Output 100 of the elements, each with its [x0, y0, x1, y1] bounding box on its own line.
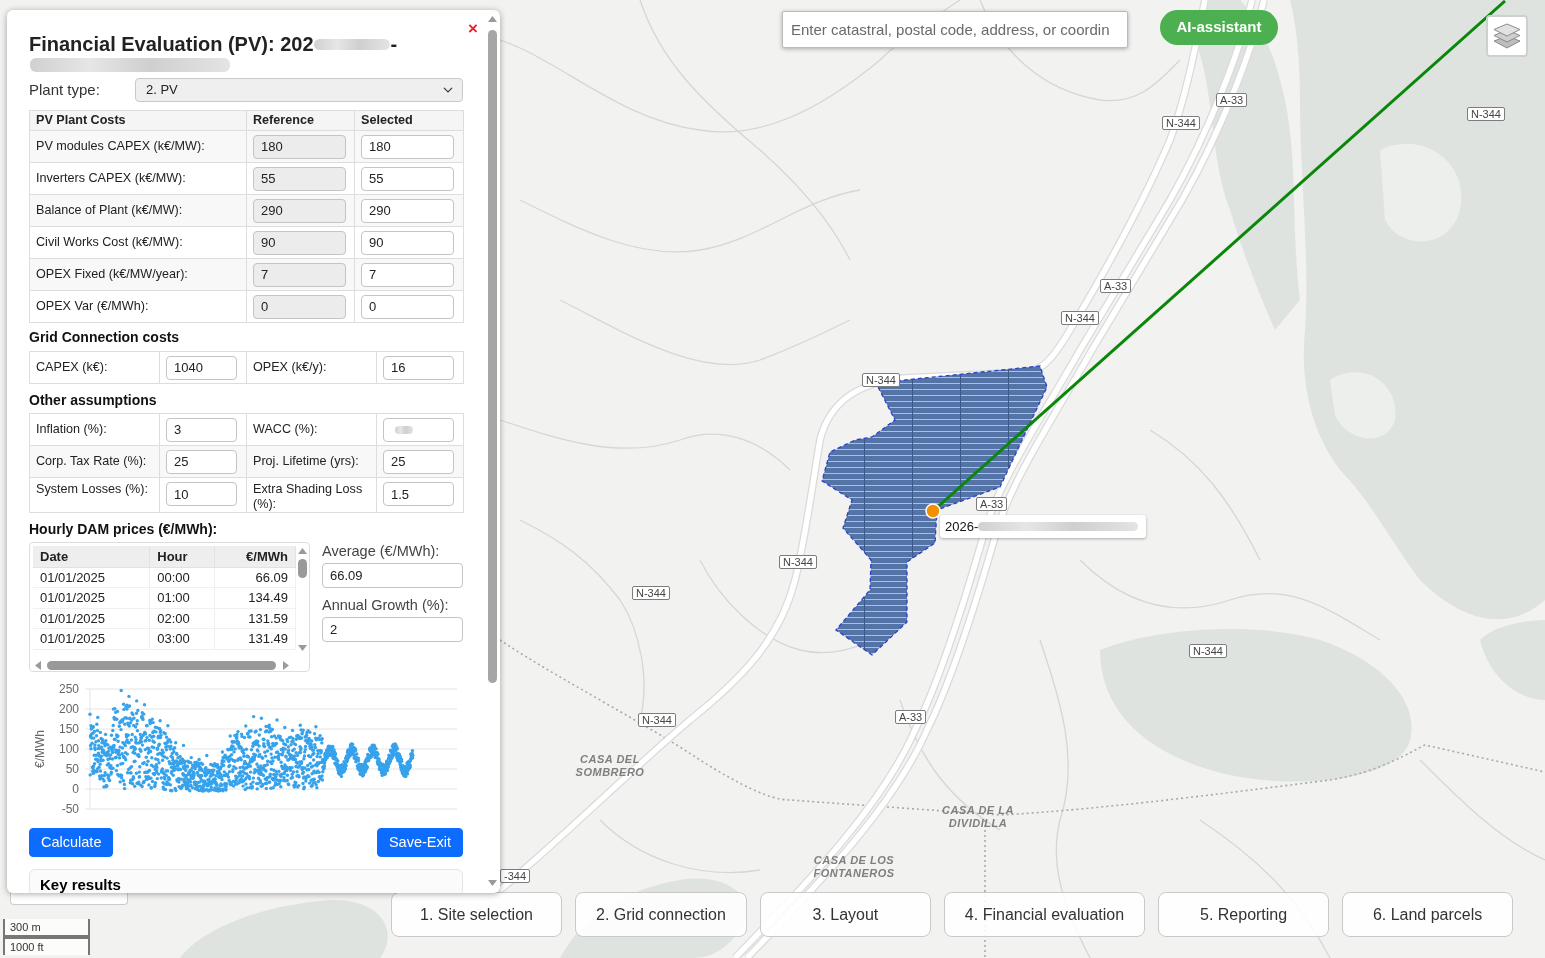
step-tab[interactable]: 6. Land parcels: [1342, 892, 1514, 937]
marker-icon[interactable]: [925, 503, 941, 519]
value-field[interactable]: 3: [166, 417, 237, 442]
road-sign: -344: [500, 869, 531, 883]
layers-icon: [1493, 23, 1521, 49]
row-label: Inflation (%):: [29, 413, 160, 446]
place-label: CASA DEL SOMBRERO: [574, 753, 646, 779]
value-field[interactable]: 55: [361, 166, 454, 191]
axis-tick-label: 250: [58, 682, 79, 696]
title-suffix: -: [390, 32, 398, 56]
road-sign: A-33: [1216, 93, 1248, 107]
section-heading: Hourly DAM prices (€/MWh):: [29, 521, 219, 537]
road-sign: N-344: [862, 373, 900, 387]
value-field[interactable]: [383, 417, 454, 442]
reference-field[interactable]: 90: [253, 230, 346, 255]
table-cell: 66.09: [214, 567, 296, 588]
table-cell: 03:00: [149, 628, 215, 649]
row-label: Extra Shading Loss (%):: [246, 477, 377, 513]
close-button[interactable]: ×: [466, 20, 480, 38]
row-label: OPEX Fixed (k€/MW/year):: [29, 258, 247, 291]
field-label: Average (€/MWh):: [322, 542, 441, 560]
road-sign: A-33: [895, 710, 927, 724]
site-name: 2026-: [945, 517, 979, 536]
scrollbar-thumb[interactable]: [47, 661, 276, 670]
scroll-up-icon[interactable]: [298, 548, 307, 554]
scroll-down-icon[interactable]: [488, 880, 497, 886]
column-header: PV Plant Costs: [29, 110, 247, 131]
value-field[interactable]: 25: [166, 449, 237, 474]
field-label: Plant type:: [29, 79, 101, 100]
scale-label: 1000 ft: [3, 937, 90, 955]
step-tab[interactable]: 3. Layout: [759, 892, 931, 937]
search-field[interactable]: Enter catastral, postal code, address, or coordin: [782, 11, 1128, 48]
step-tab[interactable]: 5. Reporting: [1158, 892, 1330, 937]
section-heading: Other assumptions: [29, 392, 158, 408]
scroll-left-icon[interactable]: [35, 661, 41, 670]
table-cell: 02:00: [149, 608, 215, 629]
road-sign: N-344: [632, 586, 670, 600]
plant-type-select[interactable]: 2. PV: [135, 78, 463, 102]
scrollbar-thumb[interactable]: [488, 30, 497, 683]
value-field[interactable]: 180: [361, 134, 454, 159]
table-cell: 131.59: [214, 608, 296, 629]
table-cell: 01:00: [149, 587, 215, 608]
step-tab[interactable]: 1. Site selection: [391, 892, 562, 937]
column-header: Selected: [354, 110, 464, 131]
place-label: CASA DE LA DIVIDILLA: [941, 804, 1015, 830]
reference-field[interactable]: 290: [253, 198, 346, 223]
average-field[interactable]: 66.09: [322, 563, 463, 588]
row-label: Inverters CAPEX (k€/MW):: [29, 162, 247, 195]
section-heading: Key results: [40, 877, 122, 892]
scroll-right-icon[interactable]: [283, 661, 289, 670]
scale-label: 300 m: [3, 919, 90, 937]
place-label: CASA DE LOS FONTANEROS: [812, 854, 896, 880]
growth-field[interactable]: 2: [322, 617, 463, 642]
value-field[interactable]: 16: [383, 355, 454, 380]
axis-tick-label: 150: [58, 722, 79, 736]
reference-field[interactable]: 0: [253, 294, 346, 319]
column-header: Hour: [149, 546, 215, 567]
reference-field[interactable]: 180: [253, 134, 346, 159]
value-field[interactable]: 10: [166, 482, 237, 506]
step-tab[interactable]: 4. Financial evaluation: [943, 892, 1146, 937]
row-label: Civil Works Cost (k€/MW):: [29, 226, 247, 259]
road-sign: N-344: [779, 555, 817, 569]
scrollbar-thumb[interactable]: [298, 559, 307, 578]
road-sign: N-344: [1162, 116, 1200, 130]
row-label: Proj. Lifetime (yrs):: [246, 445, 377, 478]
row-label: System Losses (%):: [29, 477, 160, 513]
row-label: Balance of Plant (k€/MW):: [29, 194, 247, 227]
axis-tick-label: 100: [58, 742, 79, 756]
table-cell: 01/01/2025: [33, 608, 150, 629]
value-field[interactable]: 0: [361, 294, 454, 319]
axis-title: €/MWh: [33, 730, 47, 768]
value-field[interactable]: 1.5: [383, 482, 454, 506]
column-header: €/MWh: [214, 546, 296, 567]
reference-field[interactable]: 55: [253, 166, 346, 191]
table-cell: 134.49: [214, 587, 296, 608]
reference-field[interactable]: 7: [253, 262, 346, 287]
field-label: Annual Growth (%):: [322, 596, 450, 614]
value-field[interactable]: 25: [383, 449, 454, 474]
value-field[interactable]: 7: [361, 262, 454, 287]
section-heading: Grid Connection costs: [29, 329, 181, 345]
road-sign: N-344: [1467, 107, 1505, 121]
row-label: WACC (%):: [246, 413, 377, 446]
axis-tick-label: 0: [72, 782, 79, 796]
layers-button[interactable]: [1486, 15, 1528, 57]
column-header: Date: [33, 546, 150, 567]
value-field[interactable]: 90: [361, 230, 454, 255]
axis-tick-label: -50: [61, 802, 79, 816]
scroll-up-icon[interactable]: [488, 16, 497, 22]
site-label[interactable]: 2026-: [940, 515, 1146, 538]
table-cell: 01/01/2025: [33, 587, 150, 608]
step-tab[interactable]: 2. Grid connection: [575, 892, 747, 937]
scroll-down-icon[interactable]: [298, 645, 307, 651]
action-button[interactable]: Calculate: [29, 828, 114, 857]
road-sign: N-344: [638, 713, 676, 727]
value-field[interactable]: 290: [361, 198, 454, 223]
table-cell: 01/01/2025: [33, 628, 150, 649]
road-sign: A-33: [1100, 279, 1132, 293]
action-button[interactable]: Save-Exit: [376, 828, 463, 857]
row-label: OPEX Var (€/MWh):: [29, 290, 247, 323]
value-field[interactable]: 1040: [166, 355, 237, 380]
